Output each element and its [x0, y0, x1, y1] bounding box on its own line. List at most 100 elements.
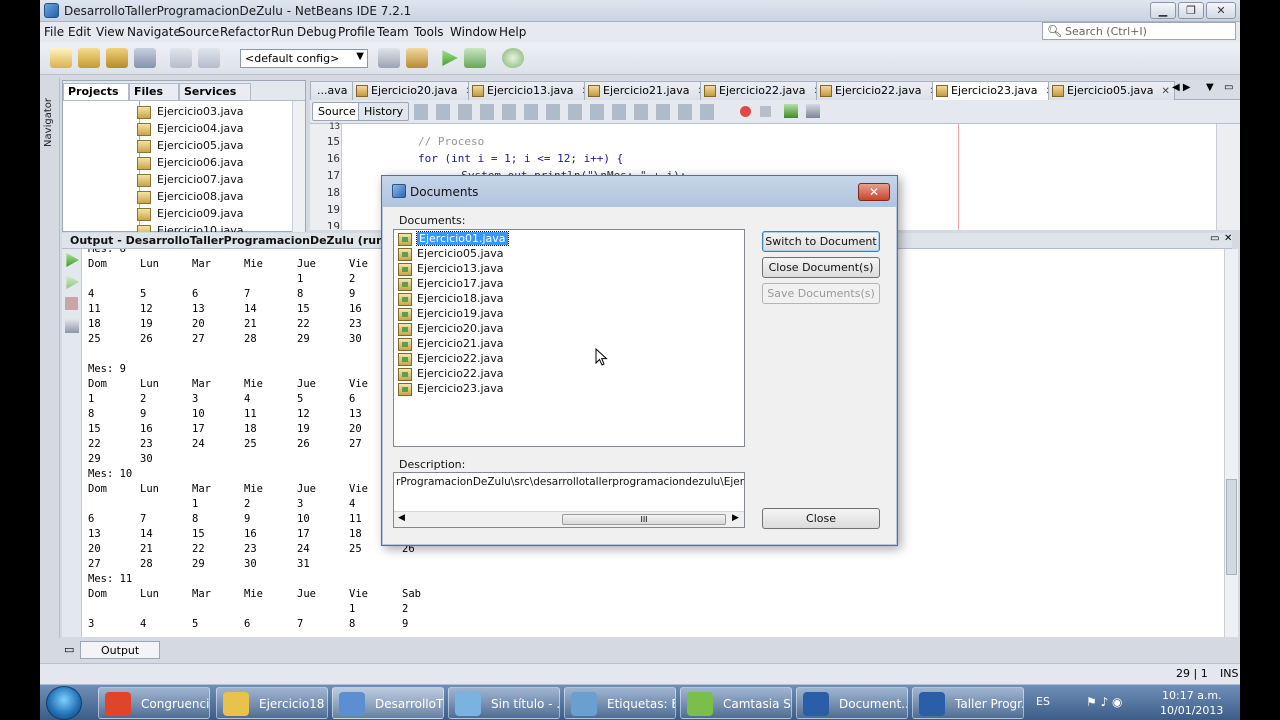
switch-to-document-button[interactable]: Switch to Document [762, 231, 880, 252]
window-restore-icon[interactable]: ▭ [64, 643, 74, 656]
stop-macro-icon[interactable] [760, 106, 771, 117]
profile-icon[interactable] [502, 48, 524, 68]
taskbar-item[interactable]: Etiquetas: B... [564, 687, 676, 719]
settings-icon[interactable] [65, 319, 79, 333]
projects-scrollbar[interactable] [292, 101, 305, 232]
document-item[interactable]: Ejercicio17.java [396, 277, 742, 292]
close-window-button[interactable]: ✕ [1206, 2, 1236, 19]
description-field[interactable]: rProgramacionDeZulu\src\desarrollotaller… [393, 472, 745, 528]
clean-build-icon[interactable] [406, 48, 428, 68]
taskbar-item[interactable]: DesarrolloT... [332, 687, 444, 719]
tab-scroll-arrows-icon[interactable]: ◀ ▶ [1172, 82, 1191, 93]
editor-scrollbar[interactable] [1216, 124, 1240, 230]
tab-services[interactable]: Services [179, 83, 251, 100]
config-select[interactable]: <default config> ▼ [240, 49, 368, 68]
build-hammer-icon[interactable] [378, 48, 400, 68]
menu-view[interactable]: View [96, 25, 124, 39]
open-project-icon[interactable] [106, 48, 128, 68]
tree-file-item[interactable]: Ejercicio10.java [137, 224, 244, 232]
new-project-icon[interactable] [78, 48, 100, 68]
search-input[interactable]: 🔍︎ Search (Ctrl+I) [1042, 22, 1236, 40]
tab-list-icon[interactable]: ▼ [1206, 82, 1214, 93]
stats-icon[interactable] [806, 104, 820, 118]
document-item[interactable]: Ejercicio19.java [396, 307, 742, 322]
tree-file-item[interactable]: Ejercicio04.java [137, 122, 244, 139]
close-documents-button[interactable]: Close Document(s) [762, 257, 880, 278]
document-item[interactable]: Ejercicio13.java [396, 262, 742, 277]
editor-tab[interactable]: Ejercicio22.java✕ [700, 81, 827, 100]
menu-window[interactable]: Window [450, 25, 497, 39]
taskbar-item[interactable]: Document... [796, 687, 908, 719]
tray-icons[interactable]: ⚑ ♪ ◉ [1086, 695, 1123, 709]
dialog-close-button[interactable]: ✕ [858, 183, 890, 201]
minimize-button[interactable]: ▁ [1150, 2, 1176, 19]
menu-navigate[interactable]: Navigate [127, 25, 181, 39]
run-icon[interactable] [442, 50, 458, 66]
record-macro-icon[interactable] [740, 106, 751, 117]
navigator-tab[interactable]: Navigator [43, 98, 54, 147]
documents-list[interactable]: Ejercicio01.java Ejercicio05.java Ejercici… [393, 229, 745, 447]
close-button[interactable]: Close [762, 508, 880, 529]
output-scrollbar[interactable] [1224, 249, 1238, 637]
description-scrollbar[interactable]: ◀ III ▶ [394, 511, 744, 527]
debug-icon[interactable] [464, 48, 486, 68]
document-item[interactable]: Ejercicio20.java [396, 322, 742, 337]
document-item[interactable]: Ejercicio22.java [396, 352, 742, 367]
scroll-left-icon[interactable]: ◀ [398, 513, 405, 523]
scroll-right-icon[interactable]: ▶ [732, 513, 739, 523]
taskbar-item[interactable]: Camtasia S... [680, 687, 792, 719]
maximize-icon[interactable]: ▭ [1224, 82, 1233, 93]
tree-file-item[interactable]: Ejercicio07.java [137, 173, 244, 190]
tree-file-item[interactable]: Ejercicio05.java [137, 139, 244, 156]
menu-help[interactable]: Help [499, 25, 526, 39]
maximize-icon[interactable]: ▭ [1210, 233, 1219, 244]
source-button[interactable]: Source [312, 102, 362, 121]
tree-file-item[interactable]: Ejercicio06.java [137, 156, 244, 173]
menu-team[interactable]: Team [377, 25, 409, 39]
rerun-different-icon[interactable] [66, 275, 79, 289]
menu-debug[interactable]: Debug [297, 25, 336, 39]
rerun-icon[interactable] [66, 253, 79, 267]
stop-icon[interactable] [65, 297, 78, 310]
taskbar-item[interactable]: Ejercicio18 [216, 687, 328, 719]
menu-file[interactable]: File [44, 25, 64, 39]
taskbar-item[interactable]: Taller Progr... [912, 687, 1024, 719]
editor-tab[interactable]: Ejercicio20.java✕ [352, 81, 479, 100]
tab-files[interactable]: Files [129, 83, 179, 100]
menu-profile[interactable]: Profile [338, 25, 375, 39]
scroll-thumb[interactable]: III [562, 514, 726, 525]
chart-icon[interactable] [784, 104, 798, 118]
editor-tab[interactable]: Ejercicio13.java✕ [468, 81, 595, 100]
start-button[interactable] [46, 686, 82, 720]
close-icon[interactable]: ✕ [1224, 233, 1232, 244]
clock-date[interactable]: 10/01/2013 [1160, 704, 1223, 717]
document-item[interactable]: Ejercicio23.java [396, 382, 742, 397]
menu-edit[interactable]: Edit [68, 25, 91, 39]
taskbar-item[interactable]: Congruenci... [98, 687, 210, 719]
tree-file-item[interactable]: Ejercicio03.java [137, 105, 244, 122]
history-button[interactable]: History [358, 102, 410, 121]
editor-tab[interactable]: Ejercicio21.java✕ [584, 81, 711, 100]
language-indicator[interactable]: ES [1036, 695, 1050, 708]
editor-tab[interactable]: Ejercicio05.java ✕ [1048, 81, 1175, 100]
menu-tools[interactable]: Tools [414, 25, 444, 39]
menu-refactor[interactable]: Refactor [220, 25, 270, 39]
document-item-selected[interactable]: Ejercicio01.java [396, 231, 742, 247]
redo-icon[interactable] [198, 48, 220, 68]
editor-tool-icons[interactable] [414, 104, 714, 120]
save-documents-button[interactable]: Save Documents(s) [762, 283, 880, 304]
new-file-icon[interactable] [50, 48, 72, 68]
menu-run[interactable]: Run [271, 25, 294, 39]
output-tab[interactable]: Output [80, 641, 160, 659]
save-all-icon[interactable] [134, 48, 156, 68]
tree-file-item[interactable]: Ejercicio08.java [137, 190, 244, 207]
tab-projects[interactable]: Projects [63, 83, 129, 100]
restore-button[interactable]: ❐ [1178, 2, 1204, 19]
editor-tab-active[interactable]: Ejercicio23.java✕ [932, 81, 1059, 100]
taskbar-item[interactable]: Sin título - ... [448, 687, 560, 719]
document-item[interactable]: Ejercicio18.java [396, 292, 742, 307]
clock-time[interactable]: 10:17 a.m. [1162, 689, 1222, 702]
tree-file-item[interactable]: Ejercicio09.java [137, 207, 244, 224]
editor-tab[interactable]: Ejercicio22.java✕ [816, 81, 943, 100]
undo-icon[interactable] [170, 48, 192, 68]
